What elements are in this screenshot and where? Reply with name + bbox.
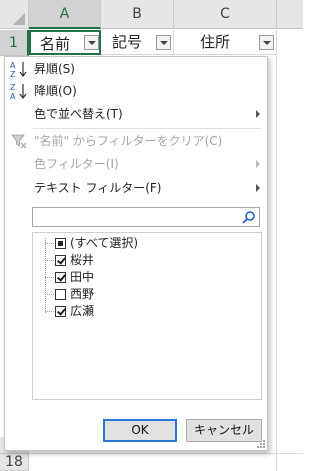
sort-ascending-icon: A Z xyxy=(10,61,27,78)
row-header-18[interactable]: 18 xyxy=(0,454,29,471)
header-cell-symbol[interactable]: 記号 xyxy=(101,30,174,55)
resize-grip-icon[interactable] xyxy=(257,440,265,448)
filter-search-box[interactable] xyxy=(32,207,260,227)
menu-item-label: "名前" からフィルターをクリア(C) xyxy=(34,134,223,148)
tree-connector xyxy=(45,260,54,261)
submenu-arrow-icon xyxy=(256,184,260,192)
filter-value-list[interactable]: (すべて選択) 桜井 田中 西野 広瀬 xyxy=(32,232,262,400)
checkbox[interactable] xyxy=(55,289,66,300)
header-cell-symbol-text: 記号 xyxy=(111,33,142,51)
column-header-b[interactable]: B xyxy=(101,0,174,29)
checkbox[interactable] xyxy=(55,238,66,249)
tree-connector xyxy=(45,243,54,244)
header-cell-address[interactable]: 住所 xyxy=(174,30,277,55)
column-header-next[interactable] xyxy=(277,0,303,29)
checkbox[interactable] xyxy=(55,272,66,283)
svg-text:A: A xyxy=(10,92,16,100)
search-icon[interactable] xyxy=(241,210,256,225)
header-cell-address-text: 住所 xyxy=(199,33,230,51)
header-cell-name[interactable]: 名前 xyxy=(29,30,101,55)
filter-dropdown-button-symbol[interactable] xyxy=(156,35,171,50)
svg-text:Z: Z xyxy=(10,70,16,78)
menu-item-label: 降順(O) xyxy=(34,84,77,98)
tree-connector xyxy=(45,277,54,278)
menu-item-sort-ascending[interactable]: A Z 昇順(S) xyxy=(6,58,266,80)
menu-separator xyxy=(33,128,261,129)
cancel-button[interactable]: キャンセル xyxy=(186,419,262,442)
checkbox[interactable] xyxy=(55,306,66,317)
filter-search-input[interactable] xyxy=(35,209,235,225)
sort-descending-icon: Z A xyxy=(10,83,27,100)
submenu-arrow-icon xyxy=(256,110,260,118)
select-all-corner[interactable] xyxy=(0,0,29,29)
menu-item-text-filter[interactable]: テキスト フィルター(F) xyxy=(6,177,266,199)
ok-button[interactable]: OK xyxy=(103,419,177,442)
checkbox[interactable] xyxy=(55,255,66,266)
menu-item-label: テキスト フィルター(F) xyxy=(34,181,162,195)
list-item-label: 田中 xyxy=(70,270,95,284)
menu-item-clear-filter[interactable]: "名前" からフィルターをクリア(C) xyxy=(6,130,266,152)
column-header-a[interactable]: A xyxy=(29,0,101,29)
list-item-label: 桜井 xyxy=(70,253,95,267)
tree-connector xyxy=(45,294,54,295)
menu-item-color-filter[interactable]: 色フィルター(I) xyxy=(6,153,266,175)
header-cell-name-text: 名前 xyxy=(39,35,70,53)
column-header-c[interactable]: C xyxy=(174,0,277,29)
row-header-1[interactable]: 1 xyxy=(0,30,29,56)
svg-text:A: A xyxy=(10,61,16,70)
list-item-label: 西野 xyxy=(70,287,95,301)
submenu-arrow-icon xyxy=(256,160,260,168)
filter-dropdown-button-name[interactable] xyxy=(84,35,99,50)
gridline xyxy=(29,453,303,454)
menu-item-sort-by-color[interactable]: 色で並べ替え(T) xyxy=(6,103,266,125)
gridline xyxy=(276,56,277,471)
filter-dropdown-button-address[interactable] xyxy=(259,35,274,50)
menu-item-label: 色で並べ替え(T) xyxy=(34,107,123,121)
list-item-label: 広瀬 xyxy=(70,304,95,318)
clear-filter-icon xyxy=(11,134,27,149)
list-item-label: (すべて選択) xyxy=(70,236,139,250)
svg-text:Z: Z xyxy=(10,83,16,92)
tree-connector xyxy=(45,238,46,313)
menu-item-sort-descending[interactable]: Z A 降順(O) xyxy=(6,80,266,102)
autofilter-menu: A Z 昇順(S) Z A 降順(O) 色で並べ替え(T) "名前" からフィル… xyxy=(4,56,268,451)
menu-item-label: 色フィルター(I) xyxy=(34,157,119,171)
tree-connector xyxy=(45,311,54,312)
menu-item-label: 昇順(S) xyxy=(34,62,75,76)
